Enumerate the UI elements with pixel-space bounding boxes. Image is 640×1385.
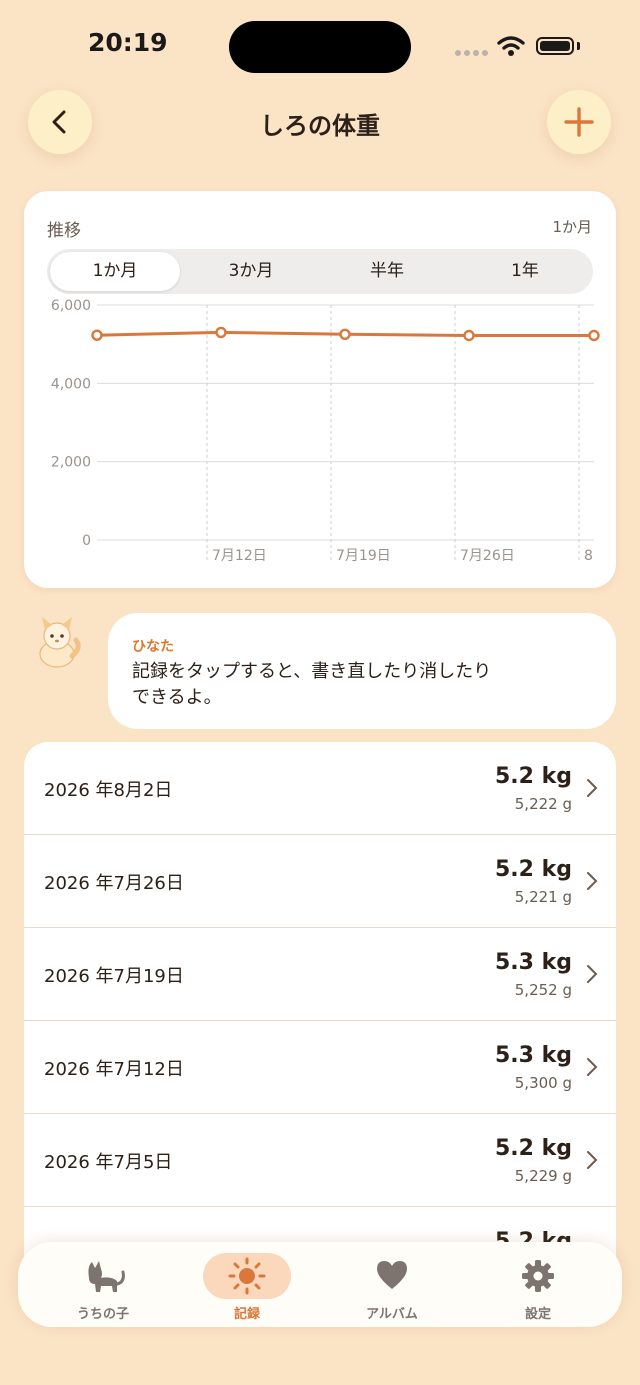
tab-bar: うちの子 記録 アルバム 設定 [18,1242,622,1327]
record-weight-kg: 5.3 kg [494,950,572,975]
data-point [215,326,227,339]
sun-icon [228,1257,266,1295]
chevron-right-icon [587,1151,598,1169]
y-tick-label: 4,000 [51,376,91,392]
data-point [91,329,103,341]
speaker-name: ひなた [132,639,174,655]
tab-settings[interactable]: 設定 [478,1242,598,1327]
record-weight-g: 5,221 g [514,888,572,906]
weight-line-chart: 6,000 4,000 2,000 0 7月12日 7月19日 7月26日 8 [51,298,600,564]
record-weight-kg: 5.3 kg [494,1043,572,1068]
record-weight-g: 5,229 g [514,1167,572,1185]
data-point [339,328,351,340]
record-weight-kg: 5.2 kg [494,857,572,882]
tab-pets[interactable]: うちの子 [43,1242,163,1327]
chevron-right-icon [587,965,598,983]
x-tick-label: 7月26日 [460,548,515,564]
record-date: 2026 年7月5日 [44,1152,173,1173]
x-tick-label: 7月19日 [336,548,391,564]
record-date: 2026 年8月2日 [44,780,173,801]
record-row[interactable]: 2026 年8月2日 5.2 kg 5,222 g [24,742,616,835]
y-tick-label: 6,000 [51,298,91,314]
tab-label: アルバム [366,1307,418,1322]
x-tick-label: 8 [584,548,593,564]
fox-avatar-icon [39,617,81,668]
record-weight-g: 5,300 g [514,1074,572,1092]
record-date: 2026 年7月12日 [44,1059,184,1080]
tab-label: 設定 [524,1307,551,1322]
y-tick-label: 0 [82,533,91,549]
y-tick-label: 2,000 [51,455,91,471]
data-point [463,329,475,342]
gear-icon [522,1260,554,1292]
record-weight-kg: 5.2 kg [494,764,572,789]
hint-message-line: できるよ。 [132,687,222,708]
record-date: 2026 年7月19日 [44,966,184,987]
hint-message: 記録をタップすると、書き直したり消したり できるよ。 [132,659,552,711]
data-point [588,329,600,342]
record-row[interactable]: 2026 年7月19日 5.3 kg 5,252 g [24,928,616,1021]
record-row[interactable]: 2026 年7月26日 5.2 kg 5,221 g [24,835,616,928]
tab-records[interactable]: 記録 [187,1242,307,1327]
tab-album[interactable]: アルバム [332,1242,452,1327]
record-weight-g: 5,252 g [514,981,572,999]
record-row[interactable]: 2026 年7月12日 5.3 kg 5,300 g [24,1021,616,1114]
weight-record-list: 2026 年8月2日 5.2 kg 5,222 g 2026 年7月26日 5.… [24,742,616,1262]
x-tick-label: 7月12日 [212,548,267,564]
record-weight-kg: 5.2 kg [494,1136,572,1161]
chevron-right-icon [587,1058,598,1076]
record-date: 2026 年7月26日 [44,873,184,894]
chevron-right-icon [587,779,598,797]
cat-icon [88,1261,125,1292]
tab-label: 記録 [233,1307,260,1322]
chevron-right-icon [587,872,598,890]
heart-icon [377,1261,407,1289]
tab-label: うちの子 [76,1307,129,1322]
hint-message-line: 記録をタップすると、書き直したり消したり [132,661,492,682]
record-row[interactable]: 2026 年7月5日 5.2 kg 5,229 g [24,1114,616,1207]
record-weight-g: 5,222 g [514,795,572,813]
